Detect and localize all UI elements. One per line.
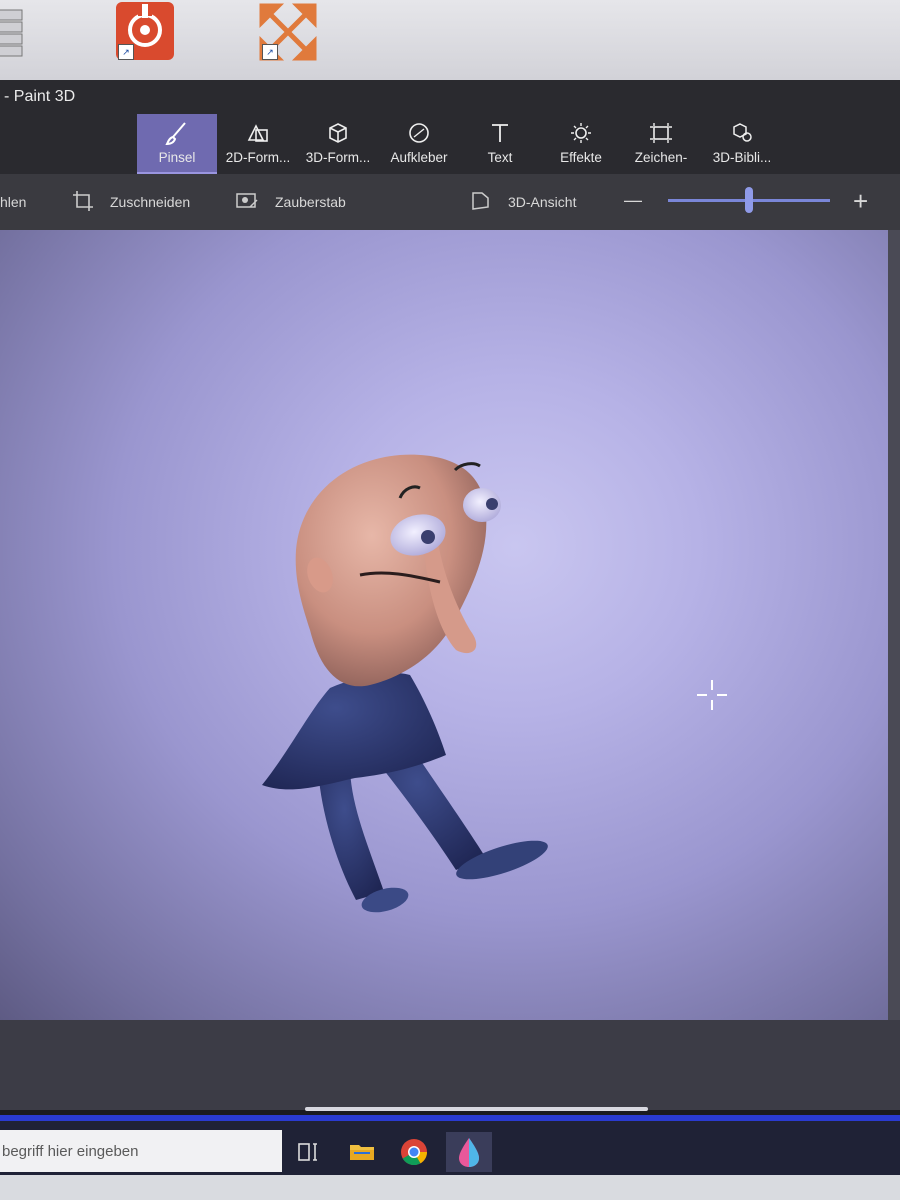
tool-stickers[interactable]: Aufkleber [379, 114, 459, 172]
workspace-margin [0, 1020, 900, 1110]
search-placeholder: begriff hier eingeben [2, 1143, 139, 1160]
taskbar-search-box[interactable]: begriff hier eingeben [0, 1130, 282, 1172]
drawing-canvas[interactable] [0, 230, 888, 1020]
shortcut-arrow-icon: ↗ [262, 44, 278, 60]
app-title: - Paint 3D [4, 88, 76, 105]
main-ribbon: Pinsel 2D-Form... 3D-Form... Aufkleber T… [0, 114, 900, 174]
shortcut-arrow-icon: ↗ [118, 44, 134, 60]
tool-3d-shapes[interactable]: 3D-Form... [298, 114, 378, 172]
desktop-strip: ↗ ↗ [0, 0, 900, 80]
tool-effects[interactable]: Effekte [541, 114, 621, 172]
zoom-slider-thumb[interactable] [745, 187, 753, 213]
tool-canvas[interactable]: Zeichen- [621, 114, 701, 172]
tool-brushes[interactable]: Pinsel [137, 114, 217, 174]
chrome-icon[interactable] [394, 1132, 434, 1172]
paint3d-icon[interactable] [446, 1132, 492, 1172]
crop-icon [72, 190, 94, 212]
stickers-icon [379, 118, 459, 148]
tool-label: Text [487, 150, 513, 165]
magic-select-button[interactable]: Zauberstab [275, 194, 346, 210]
zoom-in-button[interactable]: + [853, 186, 868, 217]
brush-icon [137, 118, 217, 148]
3d-view-toggle[interactable]: 3D-Ansicht [508, 194, 576, 210]
tool-2d-shapes[interactable]: 2D-Form... [218, 114, 298, 172]
effects-icon [541, 118, 621, 148]
crop-button[interactable]: Zuschneiden [110, 194, 190, 210]
tool-label: 2D-Form... [225, 150, 291, 165]
title-bar: - Paint 3D [0, 80, 900, 114]
3d-character-model[interactable] [0, 230, 888, 1020]
text-icon [460, 118, 540, 148]
secondary-toolbar: hlen Zuschneiden Zauberstab 3D-Ansicht —… [0, 174, 900, 230]
monitor-bezel [0, 1175, 900, 1200]
tool-3d-library[interactable]: 3D-Bibli... [702, 114, 782, 172]
canvas-icon [621, 118, 701, 148]
3d-view-icon [470, 190, 492, 212]
tool-text[interactable]: Text [460, 114, 540, 172]
horizontal-scrollbar[interactable] [305, 1107, 648, 1111]
3d-library-icon [702, 118, 782, 148]
magic-select-icon [236, 190, 258, 212]
3d-shapes-icon [298, 118, 378, 148]
tool-label: 3D-Bibli... [712, 150, 772, 165]
file-explorer-icon[interactable] [342, 1132, 382, 1172]
task-view-icon[interactable] [288, 1132, 328, 1172]
select-button[interactable]: hlen [0, 194, 26, 210]
crosshair-cursor-icon [697, 680, 727, 710]
database-shortcut-icon[interactable] [0, 2, 50, 62]
tool-label: Zeichen- [634, 150, 688, 165]
zoom-out-button[interactable]: — [624, 190, 642, 211]
tool-label: Effekte [560, 150, 602, 165]
tool-label: Pinsel [158, 150, 196, 165]
tool-label: 3D-Form... [305, 150, 371, 165]
2d-shapes-icon [218, 118, 298, 148]
tool-label: Aufkleber [390, 150, 448, 165]
